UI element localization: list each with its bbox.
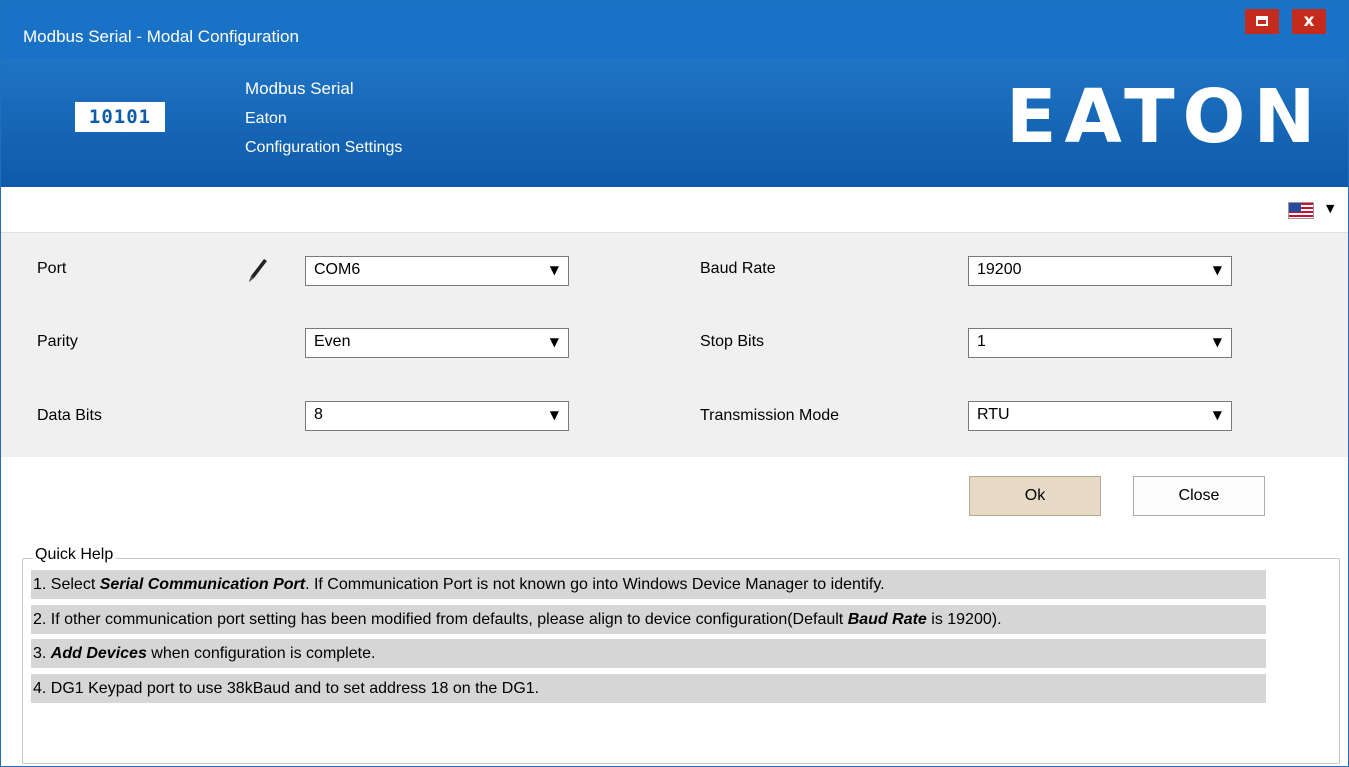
chevron-down-icon: ▼ (1212, 408, 1222, 422)
chevron-down-icon: ▼ (549, 335, 559, 349)
chevron-down-icon: ▼ (1212, 263, 1222, 277)
help-emphasis: Baud Rate (847, 611, 927, 628)
help-text: 3. (33, 645, 51, 662)
transmission-mode-label: Transmission Mode (700, 407, 840, 424)
ok-button[interactable]: Ok (969, 476, 1101, 516)
restore-icon (1256, 16, 1268, 26)
language-dropdown[interactable]: ▼ (1284, 197, 1346, 225)
help-text: is 19200). (926, 611, 1002, 628)
help-text: 1. Select (33, 576, 100, 593)
binary-logo-icon: 10101 (75, 102, 165, 132)
stop-bits-label: Stop Bits (700, 333, 765, 350)
eaton-logo: EATON (1006, 74, 1324, 160)
parity-value: Even (314, 333, 351, 350)
help-text: . If Communication Port is not known go … (305, 576, 885, 593)
close-button[interactable]: Close (1133, 476, 1265, 516)
quick-help-title: Quick Help (33, 546, 116, 564)
transmission-mode-value: RTU (977, 406, 1010, 423)
help-item: 1. Select Serial Communication Port. If … (31, 570, 1266, 599)
title-bar[interactable]: Modbus Serial - Modal Configuration x (1, 1, 1348, 59)
port-select[interactable]: COM6 ▼ (305, 256, 569, 286)
data-bits-select[interactable]: 8 ▼ (305, 401, 569, 431)
port-label: Port (37, 260, 67, 277)
vendor-name: Eaton (245, 110, 287, 127)
baud-rate-select[interactable]: 19200 ▼ (968, 256, 1232, 286)
page-subtitle: Configuration Settings (245, 139, 403, 156)
header-banner: 10101 Modbus Serial Eaton Configuration … (1, 59, 1348, 187)
pencil-icon[interactable] (245, 255, 271, 285)
port-value: COM6 (314, 261, 361, 278)
help-item: 2. If other communication port setting h… (31, 605, 1266, 634)
chevron-down-icon: ▼ (1326, 202, 1335, 215)
help-text: when configuration is complete. (146, 645, 376, 662)
modal-window: Modbus Serial - Modal Configuration x 10… (0, 0, 1349, 767)
parity-select[interactable]: Even ▼ (305, 328, 569, 358)
help-text: 2. If other communication port setting h… (33, 611, 848, 628)
baud-rate-label: Baud Rate (700, 260, 776, 277)
window-close-button[interactable]: x (1292, 9, 1326, 34)
help-emphasis: Add Devices (50, 645, 147, 662)
settings-panel: Port COM6 ▼ Parity Even ▼ Data Bits 8 ▼ … (1, 233, 1348, 457)
transmission-mode-select[interactable]: RTU ▼ (968, 401, 1232, 431)
help-text: 4. DG1 Keypad port to use 38kBaud and to… (33, 680, 540, 697)
chevron-down-icon: ▼ (1212, 335, 1222, 349)
us-flag-icon (1288, 202, 1314, 219)
parity-label: Parity (37, 333, 78, 350)
product-name: Modbus Serial (245, 79, 354, 98)
close-icon: x (1303, 11, 1315, 31)
help-item: 3. Add Devices when configuration is com… (31, 639, 1266, 668)
baud-rate-value: 19200 (977, 261, 1022, 278)
chevron-down-icon: ▼ (549, 408, 559, 422)
restore-button[interactable] (1245, 9, 1279, 34)
data-bits-value: 8 (314, 406, 323, 423)
data-bits-label: Data Bits (37, 407, 102, 424)
window-title: Modbus Serial - Modal Configuration (23, 27, 299, 46)
language-bar: ▼ (1, 187, 1348, 233)
stop-bits-select[interactable]: 1 ▼ (968, 328, 1232, 358)
chevron-down-icon: ▼ (549, 263, 559, 277)
stop-bits-value: 1 (977, 333, 986, 350)
help-item: 4. DG1 Keypad port to use 38kBaud and to… (31, 674, 1266, 703)
help-emphasis: Serial Communication Port (99, 576, 306, 593)
